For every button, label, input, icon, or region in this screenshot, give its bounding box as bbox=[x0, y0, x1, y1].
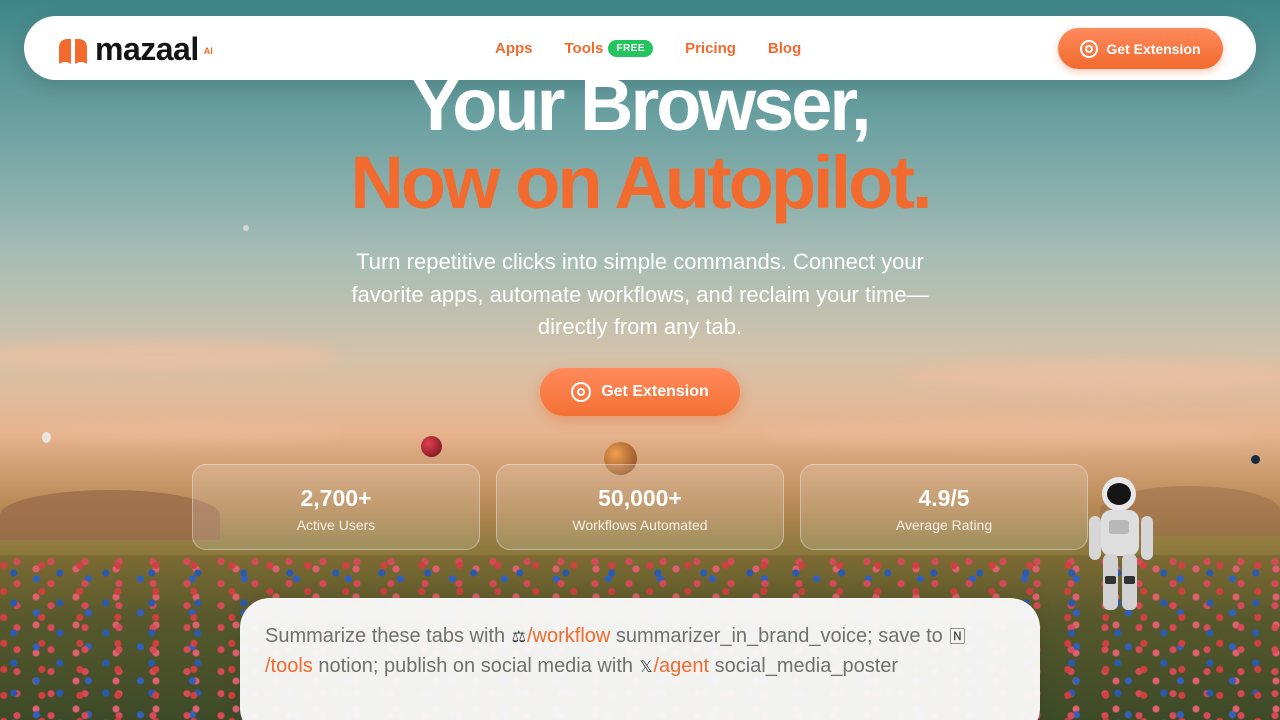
dark-orb bbox=[1251, 455, 1260, 464]
command-prompt-box[interactable]: Summarize these tabs with ⚖/workflow sum… bbox=[240, 598, 1040, 720]
command-keyword-tools[interactable]: /tools bbox=[265, 655, 313, 677]
white-orb bbox=[42, 432, 51, 443]
hero-get-extension-button[interactable]: Get Extension bbox=[540, 368, 740, 416]
nav-link-tools[interactable]: Tools FREE bbox=[564, 39, 654, 57]
notion-icon: 🄽 bbox=[949, 629, 966, 646]
stat-value: 4.9/5 bbox=[918, 485, 970, 511]
brand-logo[interactable]: mazaal AI bbox=[57, 31, 213, 67]
stat-label: Average Rating bbox=[895, 517, 993, 533]
stat-label: Workflows Automated bbox=[572, 517, 708, 533]
nav-cta-label: Get Extension bbox=[1106, 40, 1201, 57]
cloud bbox=[900, 360, 1280, 394]
nav-link-label: Blog bbox=[767, 39, 802, 57]
hero-subtitle: Turn repetitive clicks into simple comma… bbox=[351, 249, 929, 339]
hero-title-line2: Now on Autopilot. bbox=[350, 141, 932, 224]
nav-link-label: Apps bbox=[495, 39, 533, 57]
chrome-icon bbox=[571, 382, 592, 402]
stat-label: Active Users bbox=[296, 517, 376, 533]
logo-ai-suffix: AI bbox=[203, 46, 213, 56]
free-badge: FREE bbox=[608, 39, 654, 57]
nav-link-label: Tools bbox=[564, 39, 604, 57]
stat-value: 50,000+ bbox=[598, 485, 682, 511]
x-icon: 𝕏 bbox=[639, 659, 653, 676]
command-text: summarizer_in_brand_voice; save to bbox=[610, 625, 949, 647]
stat-card-rating: 4.9/5 Average Rating bbox=[800, 464, 1088, 550]
nav-link-pricing[interactable]: Pricing bbox=[685, 40, 736, 57]
command-keyword-workflow[interactable]: /workflow bbox=[527, 625, 610, 647]
red-orb bbox=[421, 436, 442, 457]
command-text: Summarize these tabs with bbox=[265, 625, 511, 647]
stat-value: 2,700+ bbox=[300, 485, 372, 511]
hero-title-line1: Your Browser, bbox=[411, 63, 871, 146]
nav-link-blog[interactable]: Blog bbox=[768, 40, 801, 57]
nav-link-apps[interactable]: Apps bbox=[495, 40, 533, 57]
stat-card-workflows: 50,000+ Workflows Automated bbox=[496, 464, 784, 550]
cloud bbox=[40, 420, 340, 442]
cloud bbox=[0, 340, 340, 370]
command-text: social_media_poster bbox=[709, 655, 899, 677]
chrome-icon bbox=[1080, 39, 1099, 58]
scale-icon: ⚖ bbox=[511, 629, 526, 646]
logo-text: mazaal bbox=[95, 31, 199, 67]
cloud bbox=[760, 420, 1260, 446]
small-orb bbox=[243, 225, 249, 231]
stat-card-users: 2,700+ Active Users bbox=[192, 464, 480, 550]
command-keyword-agent[interactable]: /agent bbox=[653, 655, 709, 677]
nav-link-label: Pricing bbox=[685, 39, 736, 57]
hill bbox=[0, 490, 220, 540]
command-text: notion; publish on social media with bbox=[312, 655, 639, 677]
nav-get-extension-button[interactable]: Get Extension bbox=[1058, 28, 1223, 69]
hero-cta-label: Get Extension bbox=[601, 383, 709, 400]
logo-mark-icon bbox=[59, 39, 87, 64]
astronaut-figure bbox=[1089, 477, 1153, 610]
